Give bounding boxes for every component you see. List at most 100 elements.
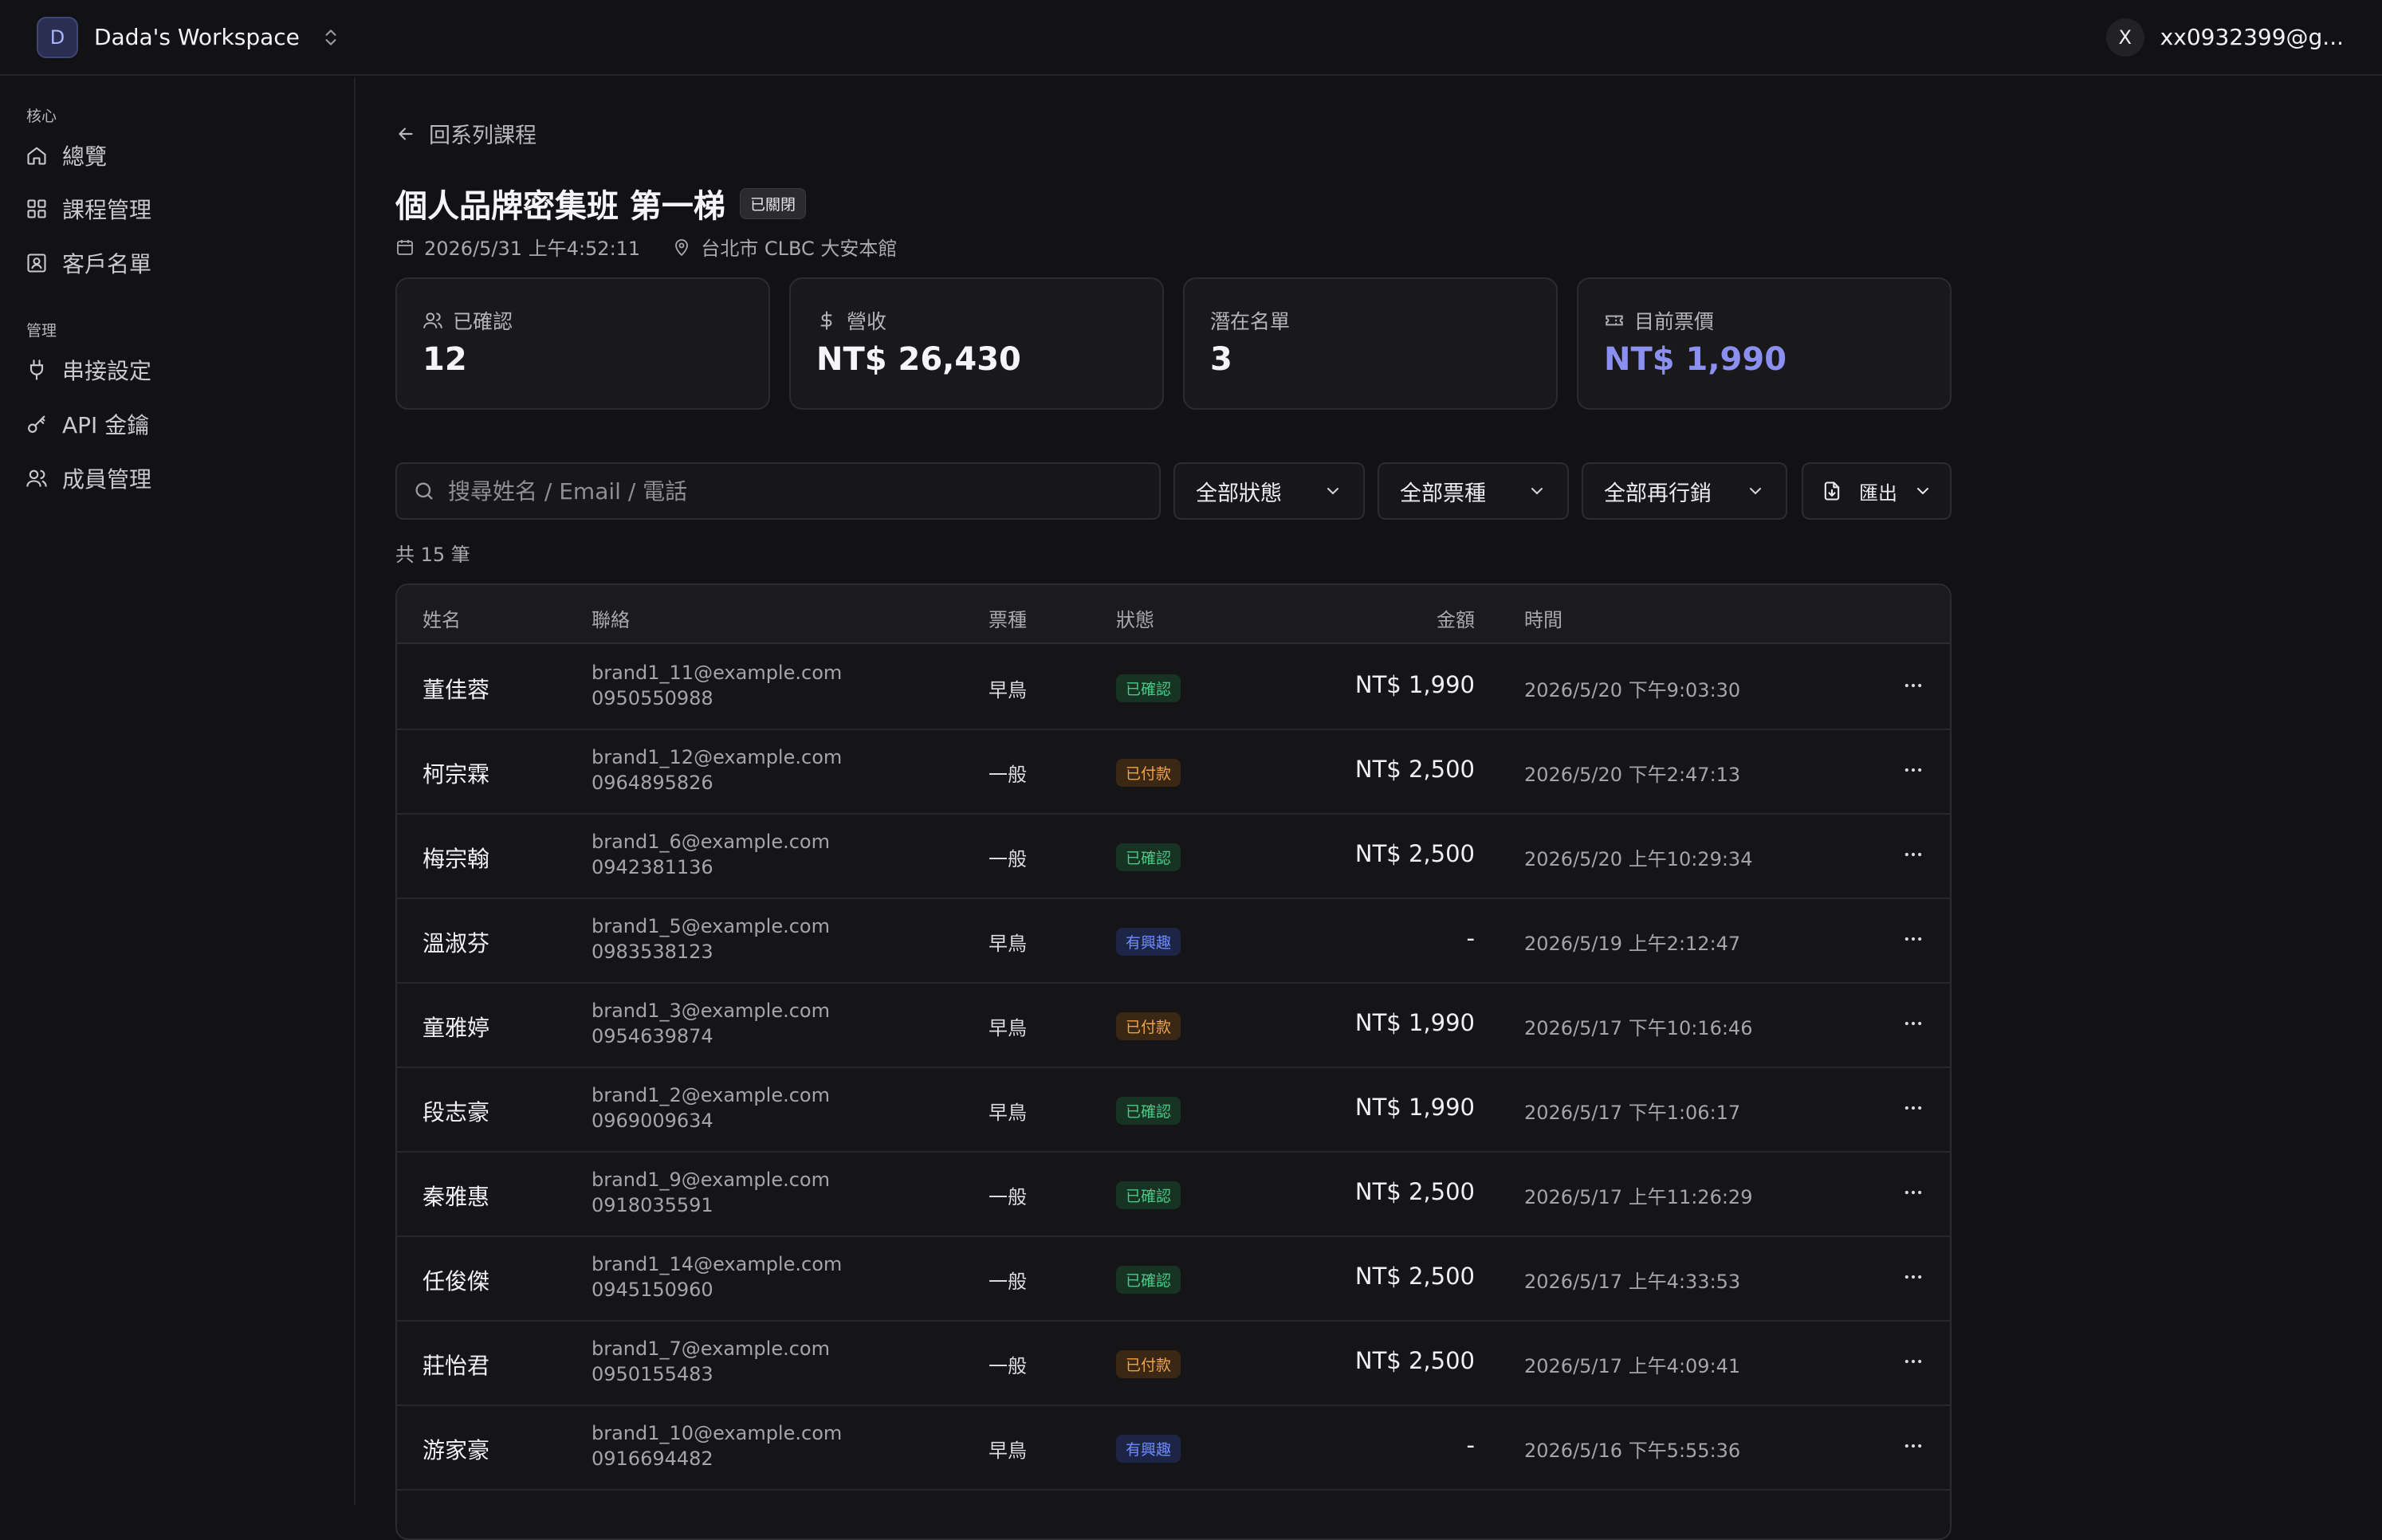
status-badge: 有興趣	[1116, 1435, 1181, 1463]
attendee-email: brand1_2@example.com	[592, 1084, 830, 1106]
column-header-time[interactable]: 時間	[1524, 604, 1562, 632]
amount: NT$ 1,990	[1354, 1009, 1475, 1036]
amount: NT$ 2,500	[1354, 840, 1475, 867]
more-actions-icon[interactable]	[1902, 928, 1924, 950]
more-actions-icon[interactable]	[1902, 1350, 1924, 1373]
attendee-email: brand1_7@example.com	[592, 1338, 830, 1360]
sidebar-item-overview[interactable]: 總覽	[26, 138, 107, 173]
table-row[interactable]: 董佳蓉 brand1_11@example.com 0950550988 早鳥 已確認 N…	[397, 646, 1950, 730]
sidebar-item-courses[interactable]: 課程管理	[26, 191, 151, 226]
attendee-name: 秦雅惠	[423, 1184, 490, 1210]
attendee-phone: 0983538123	[592, 941, 713, 963]
sidebar-item-label: 客戶名單	[62, 251, 152, 277]
more-actions-icon[interactable]	[1902, 759, 1924, 781]
sidebar-item-integrations[interactable]: 串接設定	[26, 352, 151, 387]
more-actions-icon[interactable]	[1902, 674, 1924, 697]
registration-time: 2026/5/17 下午10:16:46	[1524, 1017, 1753, 1039]
export-button[interactable]: 匯出	[1802, 462, 1952, 520]
file-export-icon	[1821, 480, 1843, 502]
more-actions-icon[interactable]	[1902, 1266, 1924, 1288]
table-row[interactable]: 秦雅惠 brand1_9@example.com 0918035591 一般 已確認 NT…	[397, 1153, 1950, 1237]
sidebar-item-api-keys[interactable]: API 金鑰	[26, 407, 149, 442]
select-value: 全部狀態	[1196, 481, 1282, 506]
table-row[interactable]: 任俊傑 brand1_14@example.com 0945150960 一般 已確認 N…	[397, 1237, 1950, 1322]
more-actions-icon[interactable]	[1902, 1097, 1924, 1119]
table-row[interactable]: 溫淑芬 brand1_5@example.com 0983538123 早鳥 有興趣 - 2…	[397, 899, 1950, 984]
table-row[interactable]: 莊怡君 brand1_7@example.com 0950155483 一般 已付款 NT…	[397, 1322, 1950, 1406]
users-icon	[423, 310, 443, 331]
stat-card-price: 目前票價 NT$ 1,990	[1577, 277, 1952, 410]
table-row[interactable]: 游家豪 brand1_10@example.com 0916694482 早鳥 有興趣 -…	[397, 1406, 1950, 1491]
registration-time: 2026/5/16 下午5:55:36	[1524, 1440, 1741, 1462]
attendee-phone: 0916694482	[592, 1448, 713, 1470]
column-header-contact[interactable]: 聯絡	[592, 604, 630, 632]
ticket-type: 早鳥	[989, 1102, 1027, 1124]
sidebar-item-label: 課程管理	[62, 197, 152, 223]
table-row[interactable]: 段志豪 brand1_2@example.com 0969009634 早鳥 已確認 NT…	[397, 1068, 1950, 1153]
more-actions-icon[interactable]	[1902, 843, 1924, 866]
more-actions-icon[interactable]	[1902, 1435, 1924, 1457]
map-pin-icon	[672, 238, 691, 257]
more-actions-icon[interactable]	[1902, 1181, 1924, 1204]
back-label: 回系列課程	[429, 124, 537, 148]
stat-label: 目前票價	[1634, 310, 1715, 333]
user-email: xx0932399@g...	[2160, 24, 2344, 50]
registration-time: 2026/5/17 下午1:06:17	[1524, 1102, 1741, 1124]
column-header-ticket[interactable]: 票種	[989, 604, 1027, 632]
registration-time: 2026/5/20 下午9:03:30	[1524, 679, 1741, 701]
ticket-type: 一般	[989, 1355, 1027, 1377]
status-badge: 已付款	[1116, 1012, 1181, 1040]
attendee-name: 梅宗翰	[423, 846, 490, 872]
title-row: 個人品牌密集班 第一梯 已關閉	[395, 180, 806, 226]
search-box[interactable]	[395, 462, 1161, 520]
status-filter-select[interactable]: 全部狀態	[1173, 462, 1365, 520]
status-badge: 已確認	[1116, 1266, 1181, 1294]
column-header-amount[interactable]: 金額	[1437, 604, 1475, 632]
table-row[interactable]: 童雅婷 brand1_3@example.com 0954639874 早鳥 已付款 NT…	[397, 984, 1950, 1068]
chevron-down-icon	[1527, 481, 1547, 501]
stat-card-revenue: 營收 NT$ 26,430	[789, 277, 1164, 410]
table-row[interactable]: 柯宗霖 brand1_12@example.com 0964895826 一般 已付款 N…	[397, 730, 1950, 815]
column-header-name[interactable]: 姓名	[423, 604, 461, 632]
attendee-email: brand1_3@example.com	[592, 1000, 830, 1022]
stat-card-leads: 潛在名單 3	[1183, 277, 1558, 410]
stat-value: NT$ 1,990	[1604, 341, 1787, 378]
attendee-email: brand1_6@example.com	[592, 831, 830, 853]
stat-label: 營收	[847, 310, 887, 333]
sidebar-item-customers[interactable]: 客戶名單	[26, 246, 151, 281]
ticket-type: 一般	[989, 764, 1027, 786]
chevron-down-icon	[1746, 481, 1765, 501]
remarketing-filter-select[interactable]: 全部再行銷	[1582, 462, 1787, 520]
nav-group-label-core: 核心	[26, 108, 57, 125]
status-badge: 已付款	[1116, 1350, 1181, 1378]
status-badge: 已確認	[1116, 674, 1181, 702]
attendee-email: brand1_9@example.com	[592, 1169, 830, 1191]
dollar-icon	[816, 310, 837, 331]
attendee-name: 童雅婷	[423, 1015, 490, 1041]
ticket-type: 一般	[989, 1271, 1027, 1293]
attendee-email: brand1_12@example.com	[592, 746, 843, 768]
sidebar-item-members[interactable]: 成員管理	[26, 461, 151, 496]
amount: NT$ 2,500	[1354, 1263, 1475, 1290]
status-badge: 已確認	[1116, 1181, 1181, 1209]
attendee-name: 溫淑芬	[423, 930, 490, 957]
plug-icon	[26, 359, 48, 381]
ticket-filter-select[interactable]: 全部票種	[1378, 462, 1569, 520]
table-row[interactable]: 梅宗翰 brand1_6@example.com 0942381136 一般 已確認 NT…	[397, 815, 1950, 899]
back-link[interactable]: 回系列課程	[395, 118, 537, 149]
attendee-phone: 0942381136	[592, 856, 713, 878]
chevron-down-icon	[1913, 481, 1932, 501]
ticket-type: 一般	[989, 848, 1027, 870]
more-actions-icon[interactable]	[1902, 1012, 1924, 1035]
amount: NT$ 1,990	[1354, 671, 1475, 698]
chevron-up-down-icon	[320, 27, 341, 48]
amount: NT$ 2,500	[1354, 756, 1475, 783]
workspace-switcher[interactable]: D Dada's Workspace	[37, 16, 341, 58]
user-menu[interactable]: X xx0932399@g...	[2105, 18, 2344, 57]
search-input[interactable]	[448, 467, 1159, 515]
result-count: 共 15 筆	[395, 544, 470, 566]
registration-time: 2026/5/17 上午4:33:53	[1524, 1271, 1741, 1293]
column-header-status[interactable]: 狀態	[1116, 604, 1154, 632]
attendee-phone: 0950155483	[592, 1363, 713, 1385]
sidebar-item-label: 成員管理	[62, 466, 152, 493]
